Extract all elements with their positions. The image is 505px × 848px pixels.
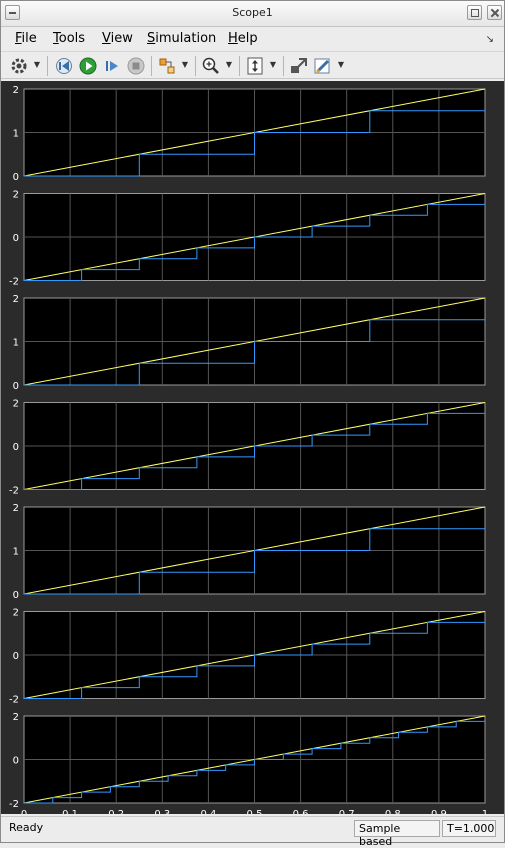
menu-simulation[interactable]: Simulation	[147, 31, 216, 46]
y-tick-label: -2	[9, 695, 19, 706]
zoom-in-icon[interactable]	[201, 56, 221, 76]
highlight-block-icon[interactable]	[289, 56, 309, 76]
x-tick-label: 0	[21, 809, 27, 814]
x-tick-label: 0.3	[154, 809, 170, 814]
maximize-button[interactable]	[467, 5, 482, 20]
style-dropdown-icon[interactable]: ▼	[336, 60, 346, 70]
y-tick-label: 1	[13, 338, 19, 349]
x-tick-label: 1	[482, 809, 488, 814]
y-tick-label: 0	[13, 381, 19, 392]
toolbar-separator	[151, 56, 152, 76]
style-icon[interactable]	[313, 56, 333, 76]
scope-window: Scope1 File Tools View Simulation Help ↘…	[0, 0, 505, 848]
x-tick-label: 0.6	[293, 809, 309, 814]
zoom-dropdown-icon[interactable]: ▼	[224, 60, 234, 70]
settings-icon[interactable]	[9, 56, 29, 76]
toolbar: ▼ ▼ ▼ ▼ ▼	[1, 51, 504, 79]
x-tick-label: 0.7	[339, 809, 355, 814]
menu-file[interactable]: File	[15, 31, 37, 46]
status-ready: Ready	[9, 821, 44, 834]
title-bar[interactable]: Scope1	[1, 1, 504, 27]
x-tick-label: 0.1	[62, 809, 78, 814]
y-tick-label: 0	[13, 442, 19, 453]
status-bar: Ready Sample based T=1.000	[1, 816, 504, 848]
simulation-time: T=1.000	[442, 820, 496, 837]
y-tick-label: 2	[13, 294, 19, 305]
signal-selector-icon[interactable]	[157, 56, 177, 76]
y-tick-label: 0	[13, 172, 19, 183]
y-tick-label: 0	[13, 233, 19, 244]
toolbar-separator	[47, 56, 48, 76]
toolbar-separator	[239, 56, 240, 76]
y-tick-label: -2	[9, 799, 19, 810]
y-tick-label: 0	[13, 590, 19, 601]
window-title: Scope1	[232, 6, 273, 19]
menu-help[interactable]: Help	[228, 31, 258, 46]
x-tick-label: 0.4	[200, 809, 216, 814]
close-button[interactable]	[487, 5, 502, 20]
y-tick-label: 2	[13, 503, 19, 514]
x-tick-label: 0.8	[385, 809, 401, 814]
y-tick-label: 0	[13, 651, 19, 662]
x-tick-label: 0.9	[431, 809, 447, 814]
settings-dropdown-icon[interactable]: ▼	[32, 60, 42, 70]
run-icon[interactable]	[78, 56, 98, 76]
autoscale-icon[interactable]	[245, 56, 265, 76]
scope-plots: 012-202012-202012-202-20200.10.20.30.40.…	[9, 85, 488, 814]
plot-area: 012-202012-202012-202-20200.10.20.30.40.…	[1, 81, 504, 814]
step-forward-icon[interactable]	[102, 56, 122, 76]
signal-selector-dropdown-icon[interactable]: ▼	[180, 60, 190, 70]
toolbar-separator	[195, 56, 196, 76]
step-back-icon[interactable]	[54, 56, 74, 76]
y-tick-label: 1	[13, 547, 19, 558]
y-tick-label: 2	[13, 608, 19, 619]
y-tick-label: -2	[9, 277, 19, 288]
y-tick-label: -2	[9, 486, 19, 497]
menu-view[interactable]: View	[102, 31, 133, 46]
y-tick-label: 2	[13, 190, 19, 201]
y-tick-label: 2	[13, 712, 19, 723]
x-tick-label: 0.2	[108, 809, 124, 814]
autoscale-dropdown-icon[interactable]: ▼	[268, 60, 278, 70]
menu-bar: File Tools View Simulation Help ↘	[1, 28, 504, 50]
toolbar-separator	[283, 56, 284, 76]
y-tick-label: 1	[13, 129, 19, 140]
y-tick-label: 2	[13, 85, 19, 96]
y-tick-label: 2	[13, 399, 19, 410]
y-tick-label: 0	[13, 756, 19, 767]
sample-mode-indicator: Sample based	[354, 820, 440, 848]
stop-icon[interactable]	[126, 56, 146, 76]
dock-arrow-icon[interactable]: ↘	[486, 34, 494, 45]
x-tick-label: 0.5	[247, 809, 263, 814]
menu-tools[interactable]: Tools	[53, 31, 85, 46]
